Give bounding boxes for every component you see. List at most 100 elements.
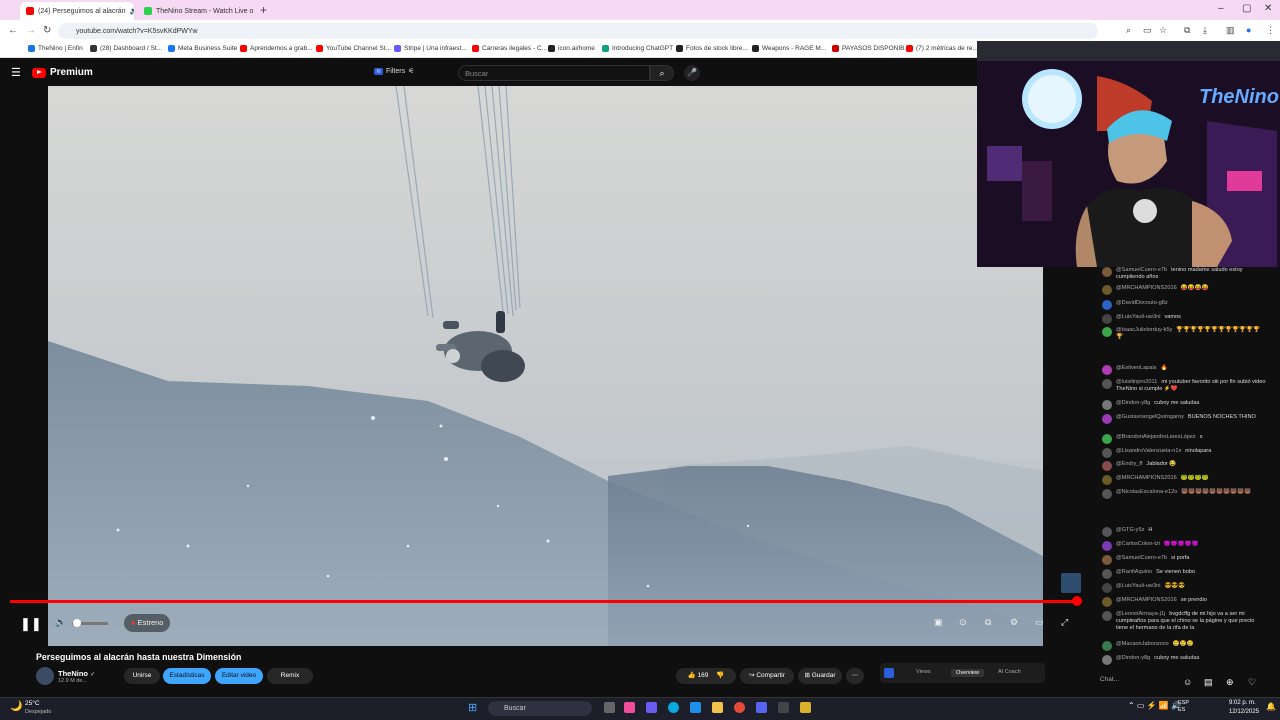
ambient-icon[interactable]: ▣ [934,617,943,628]
chat-avatar[interactable] [1102,267,1112,277]
extension-icon[interactable]: ⧉ [1184,25,1190,36]
chat-username[interactable]: @MacaonJabonzoco [1116,641,1169,647]
app-icon[interactable] [778,702,789,713]
window-close-button[interactable]: ✕ [1264,3,1272,14]
bookmark-item[interactable]: icon.ai/home [548,45,595,52]
chat-username[interactable]: @LisandroValenzuela-n1x [1116,448,1181,454]
chat-username[interactable]: @DavidDocouto-g8z [1116,300,1168,306]
chat-username[interactable]: @LeonelArmaya-j1j [1116,611,1165,617]
save-button[interactable]: ⊞ Guardar [798,668,842,684]
chat-avatar[interactable] [1102,461,1112,471]
minimize-button[interactable]: – [1218,3,1224,14]
menu-dots-icon[interactable]: ⋮ [1266,25,1275,36]
chat-avatar[interactable] [1102,489,1112,499]
cast-icon[interactable]: ▭ [1143,25,1152,36]
pause-button[interactable]: ❚❚ [20,616,42,632]
progress-scrubber[interactable] [1071,596,1082,606]
profile-icon[interactable]: ● [1246,25,1251,35]
chat-username[interactable]: @MRCHAMPIONS2016 [1116,475,1177,481]
thumbs-down-icon[interactable]: 👎 [716,672,724,679]
send-icon[interactable]: ♡ [1248,677,1256,688]
chat-username[interactable]: @EstivenLapaix [1116,365,1157,371]
bookmark-item[interactable]: Aprendemos a grab... [240,45,313,52]
remix-button[interactable]: Remix [267,668,313,684]
chat-avatar[interactable] [1102,327,1112,337]
tab-views[interactable]: Views [916,669,931,675]
search-input[interactable]: Buscar [458,65,650,81]
chat-avatar[interactable] [1102,314,1112,324]
chat-username[interactable]: @NicolasEscalona-e12o [1116,489,1177,495]
chat-username[interactable]: @BrandonAlejandroLaresLópez [1116,434,1196,440]
chat-username[interactable]: @luisitinpro2011 [1116,379,1157,385]
channel-name[interactable]: TheNino ✓ [58,669,95,678]
taskbar-search[interactable]: Buscar [488,701,592,716]
chat-username[interactable]: @IsaacJuliolorduy-k5y [1116,327,1172,333]
chat-input[interactable]: Chat... [1100,676,1175,690]
bookmark-item[interactable]: (7) 2 métricas de re... [906,45,978,52]
fullscreen-icon[interactable]: ⤢ [1061,617,1068,628]
download-icon[interactable]: ⤓ [1203,25,1207,36]
chat-avatar[interactable] [1102,475,1112,485]
new-tab-button[interactable]: + [260,3,267,17]
bookmark-item[interactable]: Fotos de stock libre... [676,45,748,52]
sticker-icon[interactable]: ▤ [1204,677,1213,688]
tab-stream[interactable]: TheNino Stream - Watch Live o × [138,2,254,20]
chat-username[interactable]: @SamuelCuero-e7b [1116,267,1167,273]
video-frame[interactable] [48,86,1043,646]
thumbs-up-icon[interactable]: 👍 [688,672,696,679]
bookmark-item[interactable]: Meta Business Suite [168,45,237,52]
bookmark-item[interactable]: (28) Dashboard / St... [90,45,162,52]
share-button[interactable]: ↪ Compartir [740,668,794,684]
photoshop-icon[interactable] [690,702,701,713]
bookmark-item[interactable]: TheNino | Enfin [28,45,83,52]
copilot-icon[interactable] [624,702,635,713]
tab-overview[interactable]: Overview [951,669,984,677]
windows-start-icon[interactable]: ⊞ [468,701,477,714]
chat-avatar[interactable] [1102,448,1112,458]
tab-ai-coach[interactable]: AI Coach [998,669,1021,675]
app-icon-2[interactable] [800,702,811,713]
discord-icon[interactable] [756,702,767,713]
bookmark-item[interactable]: Stripe | Una infraest... [394,45,467,52]
bookmark-item[interactable]: YouTube Channel St... [316,45,391,52]
avatar[interactable] [36,667,54,685]
chat-username[interactable]: @LuisYauli-uw3ni [1116,314,1160,320]
bookmark-item[interactable]: Carreras ilegales - C... [472,45,547,52]
clock-time[interactable]: 9:02 p. m. [1229,700,1256,706]
super-chat-icon[interactable]: ⊕ [1226,677,1234,688]
edit-video-button[interactable]: Editar video [215,668,263,684]
stats-button[interactable]: Estadísticas [163,668,211,684]
settings-gear-icon[interactable]: ⚙ [1010,617,1018,628]
chat-avatar[interactable] [1102,379,1112,389]
clock-date[interactable]: 12/12/2025 [1229,709,1259,715]
teams-icon[interactable] [646,702,657,713]
chat-username[interactable]: @MRCHAMPIONS2016 [1116,285,1177,291]
hamburger-menu-icon[interactable]: ☰ [11,66,21,79]
chat-username[interactable]: @RanfiAquino [1116,569,1152,575]
bookmark-item[interactable]: Weapons - RAGE M... [752,45,826,52]
theater-mode-icon[interactable]: ▭ [1035,617,1044,628]
task-view-icon[interactable] [604,702,615,713]
system-tray-icons[interactable]: ⌃ ▭ ⚡ 📶 🔊 [1128,701,1181,710]
chat-username[interactable]: @LuisYauli-uw3ni [1116,583,1160,589]
chrome-icon[interactable] [734,702,745,713]
emoji-icon[interactable]: ☺ [1183,677,1192,687]
voice-search-button[interactable]: 🎤 [684,65,700,81]
chat-username[interactable]: @Endry_ff [1116,461,1142,467]
search-button[interactable]: ⌕ [650,65,674,81]
join-button[interactable]: Unirse [124,668,160,684]
maximize-button[interactable]: ▢ [1242,3,1251,14]
chat-avatar[interactable] [1102,365,1112,375]
notification-bell-icon[interactable]: 🔔 [1266,702,1276,711]
youtube-premium-logo[interactable]: Premium [32,67,93,78]
chat-avatar[interactable] [1102,541,1112,551]
zoom-icon[interactable]: ⌕ [1126,25,1131,36]
chat-avatar[interactable] [1102,555,1112,565]
chat-username[interactable]: @GustavoangelQuirogaroy [1116,414,1184,420]
bookmark-item[interactable]: PAYASOS DISPONIB... [832,45,910,52]
chat-username[interactable]: @Dindon-y8g [1116,655,1150,661]
chat-avatar[interactable] [1102,597,1112,607]
chat-username[interactable]: @SamuelCuero-e7b [1116,555,1167,561]
chat-avatar[interactable] [1102,300,1112,310]
chat-username[interactable]: @GTG-y5z [1116,527,1144,533]
